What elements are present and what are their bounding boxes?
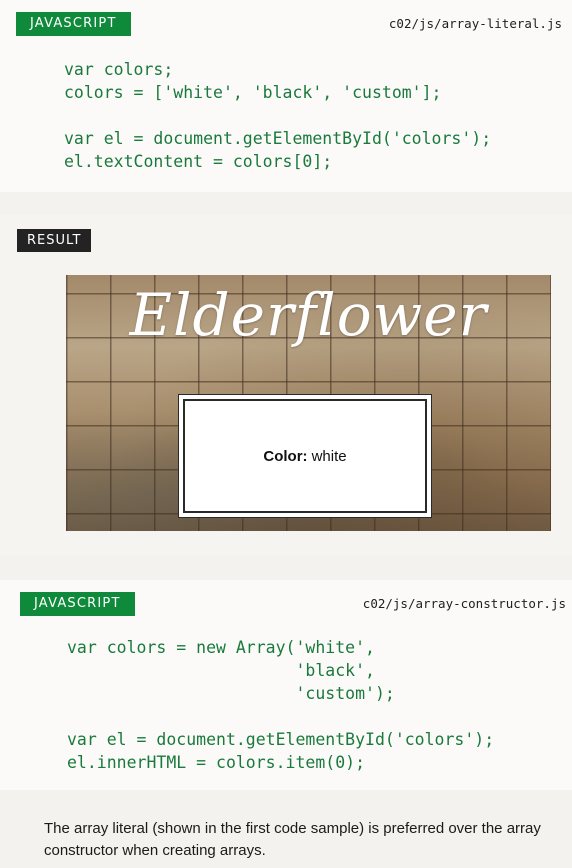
file-path: c02/js/array-literal.js	[388, 16, 562, 31]
color-label: Color:	[263, 447, 308, 465]
result-label: RESULT	[17, 229, 92, 252]
javascript-label: JAVASCRIPT	[16, 12, 131, 36]
result-preview: Elderflower Color: white	[66, 275, 551, 531]
code-panel-array-literal: JAVASCRIPT c02/js/array-literal.js var c…	[0, 0, 572, 192]
code-block: var colors; colors = ['white', 'black', …	[64, 60, 492, 171]
brand-logo: Elderflower	[129, 281, 488, 349]
code-panel-array-constructor: JAVASCRIPT c02/js/array-constructor.js v…	[0, 580, 572, 790]
caption-text: The array literal (shown in the first co…	[44, 820, 541, 859]
javascript-label: JAVASCRIPT	[20, 592, 135, 616]
file-path: c02/js/array-constructor.js	[362, 596, 566, 611]
color-value: white	[311, 447, 347, 465]
code-block: var colors = new Array('white', 'black',…	[67, 638, 495, 772]
color-output-box: Color: white	[183, 399, 427, 513]
